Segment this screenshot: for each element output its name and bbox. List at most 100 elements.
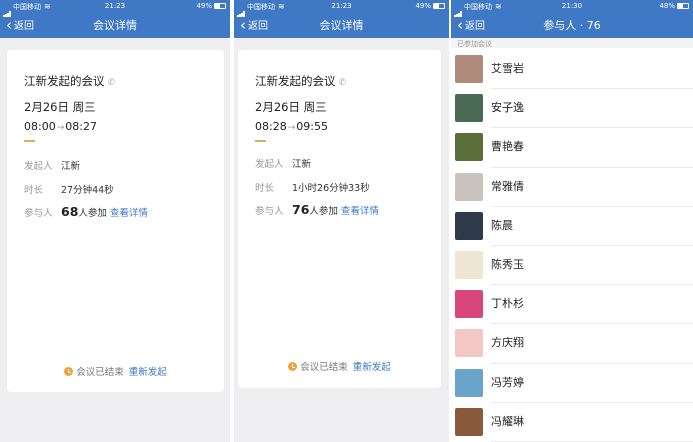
- participants-screen: 中国移动 ≋ 21:30 48% ‹ 返回 参与人 · 76 已参加会议 艾雪岩安子…: [451, 0, 693, 442]
- participants-row: 参与人 76人参加 查看详情: [255, 202, 379, 217]
- meeting-card: 江新发起的会议 ✆ 2月26日 周三 08:00→08:27 发起人 江新 时长 27…: [7, 50, 224, 392]
- participant-name: 常雅倩: [491, 179, 524, 193]
- duration-label: 时长: [255, 183, 275, 194]
- restart-button[interactable]: 重新发起: [353, 362, 391, 373]
- status-time: 21:30: [561, 2, 583, 10]
- participants-row: 参与人 68人参加 查看详情: [24, 204, 148, 219]
- ended-status: 会议已结束: [76, 367, 124, 378]
- status-bar: 中国移动 ≋ 21:23 49%: [0, 0, 230, 17]
- initiator-value: 江新: [292, 159, 312, 170]
- participants-suffix: 人参加: [78, 208, 107, 219]
- participant-row[interactable]: 艾雪岩: [451, 50, 693, 90]
- participant-row[interactable]: 陈晨: [451, 207, 693, 246]
- participant-row[interactable]: 冯耀琳: [451, 403, 693, 442]
- avatar: [455, 368, 483, 397]
- avatar: [455, 407, 483, 436]
- initiator-row: 发起人 江新: [255, 156, 311, 170]
- page-title: 参与人 · 76: [543, 19, 601, 32]
- start-time: 08:00: [24, 120, 56, 133]
- check-clock-icon: [288, 362, 298, 371]
- duration-value: 27分钟44秒: [61, 185, 114, 196]
- avatar: [455, 211, 483, 240]
- initiator-label: 发起人: [255, 159, 284, 170]
- participant-row[interactable]: 常雅倩: [451, 168, 693, 207]
- duration-row: 时长 1小时26分钟33秒: [255, 180, 370, 194]
- check-clock-icon: [64, 367, 74, 376]
- participant-name: 艾雪岩: [491, 62, 524, 75]
- participants-label: 参与人: [24, 208, 53, 219]
- status-bar: 中国移动 ≋ 21:23 49%: [234, 0, 449, 17]
- avatar: [455, 290, 483, 319]
- meeting-date: 2月26日 周三: [255, 100, 327, 114]
- meeting-title: 江新发起的会议: [24, 74, 105, 88]
- participant-name: 冯耀琳: [491, 414, 524, 428]
- page-title: 会议详情: [93, 19, 137, 32]
- participant-name: 安子逸: [491, 101, 524, 115]
- avatar: [455, 94, 483, 123]
- ended-status: 会议已结束: [300, 362, 348, 373]
- participants-count: 76: [292, 202, 310, 217]
- meeting-card: 江新发起的会议 ✆ 2月26日 周三 08:28→09:55 发起人 江新 时长 1小…: [238, 50, 441, 388]
- divider-accent: [255, 140, 266, 142]
- view-details-link[interactable]: 查看详情: [341, 206, 379, 217]
- page-title: 会议详情: [319, 19, 364, 32]
- participant-list: 艾雪岩安子逸曹艳春常雅倩陈晨陈秀玉丁朴杉方庆翔冯芳婷冯耀琳: [451, 50, 693, 442]
- end-time: 09:55: [296, 120, 328, 133]
- phone-icon: ✆: [107, 78, 116, 88]
- arrow-right-icon: →: [56, 123, 65, 133]
- participants-suffix: 人参加: [309, 206, 338, 217]
- battery-icon: [677, 3, 689, 9]
- nav-bar: ‹ 返回 会议详情: [0, 13, 230, 38]
- duration-value: 1小时26分钟33秒: [292, 183, 370, 194]
- end-time: 08:27: [65, 120, 97, 133]
- meeting-time-range: 08:00→08:27: [24, 120, 97, 133]
- arrow-right-icon: →: [287, 123, 296, 133]
- restart-button[interactable]: 重新发起: [129, 367, 167, 378]
- battery-percent: 49%: [415, 2, 431, 10]
- participant-row[interactable]: 方庆翔: [451, 324, 693, 364]
- meeting-date: 2月26日 周三: [24, 100, 96, 114]
- initiator-value: 江新: [61, 161, 81, 172]
- avatar: [455, 172, 483, 201]
- avatar: [455, 133, 483, 162]
- avatar: [455, 55, 483, 83]
- nav-bar: ‹ 返回 参与人 · 76: [451, 13, 693, 38]
- nav-bar: ‹ 返回 会议详情: [234, 13, 449, 38]
- initiator-row: 发起人 江新: [24, 158, 80, 172]
- participants-count: 68: [61, 204, 79, 219]
- participant-name: 曹艳春: [491, 140, 524, 154]
- meeting-detail-screen-2: 中国移动 ≋ 21:23 49% ‹ 返回 会议详情 江新发起的会议 ✆ 2月26日 …: [234, 0, 449, 442]
- initiator-label: 发起人: [24, 161, 53, 172]
- battery-percent: 48%: [659, 2, 675, 10]
- header-bar: 中国移动 ≋ 21:23 49% ‹ 返回 会议详情: [0, 0, 230, 38]
- participant-row[interactable]: 曹艳春: [451, 128, 693, 168]
- header-bar: 中国移动 ≋ 21:30 48% ‹ 返回 参与人 · 76: [451, 0, 693, 38]
- participant-row[interactable]: 冯芳婷: [451, 364, 693, 403]
- phone-icon: ✆: [338, 78, 347, 88]
- meeting-title: 江新发起的会议: [255, 74, 336, 88]
- avatar: [455, 250, 483, 279]
- participant-row[interactable]: 丁朴杉: [451, 285, 693, 325]
- meeting-ended-bar: 会议已结束 重新发起: [7, 364, 224, 378]
- participant-name: 陈晨: [491, 218, 513, 232]
- status-bar: 中国移动 ≋ 21:30 48%: [451, 0, 693, 17]
- participant-name: 陈秀玉: [491, 257, 524, 271]
- participant-name: 方庆翔: [491, 336, 524, 350]
- participant-name: 冯芳婷: [491, 375, 524, 389]
- participants-label: 参与人: [255, 206, 284, 217]
- section-label: 已参加会议: [457, 40, 492, 48]
- duration-label: 时长: [24, 185, 44, 196]
- divider-accent: [24, 140, 35, 142]
- battery-icon: [214, 3, 226, 9]
- meeting-detail-screen-1: 中国移动 ≋ 21:23 49% ‹ 返回 会议详情 江新发起的会议 ✆ 2月26日 …: [0, 0, 230, 442]
- participant-row[interactable]: 安子逸: [451, 89, 693, 129]
- start-time: 08:28: [255, 120, 287, 133]
- battery-icon: [433, 3, 445, 9]
- header-bar: 中国移动 ≋ 21:23 49% ‹ 返回 会议详情: [234, 0, 449, 38]
- view-details-link[interactable]: 查看详情: [110, 208, 148, 219]
- participant-name: 丁朴杉: [491, 297, 524, 311]
- avatar: [455, 329, 483, 358]
- duration-row: 时长 27分钟44秒: [24, 182, 114, 196]
- participant-row[interactable]: 陈秀玉: [451, 246, 693, 286]
- battery-percent: 49%: [196, 2, 212, 10]
